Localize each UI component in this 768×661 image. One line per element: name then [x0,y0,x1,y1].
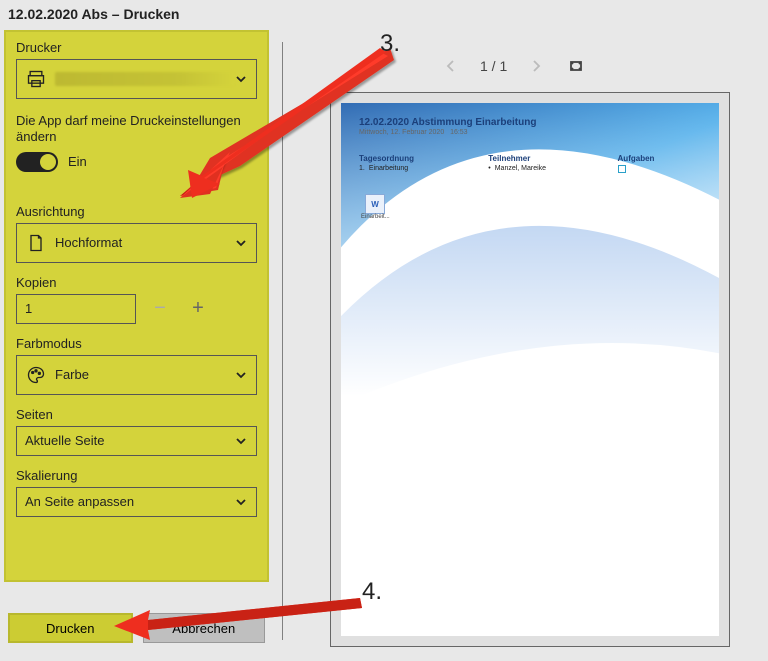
scaling-label: Skalierung [16,468,257,483]
doc-agenda-item: Einarbeitung [359,165,478,172]
preview-page: 12.02.2020 Abstimmung Einarbeitung Mittw… [341,103,719,636]
window-title: 12.02.2020 Abs – Drucken [8,6,179,22]
dialog-button-bar: Drucken Abbrechen [4,606,269,650]
copies-increment[interactable]: + [184,295,212,323]
doc-col-participants-heading: Teilnehmer [488,154,607,163]
orientation-dropdown[interactable]: Hochformat [16,223,257,263]
doc-participant-item: Manzel, Mareike [488,165,607,172]
chevron-down-icon [234,495,248,509]
pages-value: Aktuelle Seite [25,433,234,448]
panel-divider [282,42,283,640]
print-button-label: Drucken [46,621,94,636]
page-indicator: 1 / 1 [480,58,507,74]
doc-title: 12.02.2020 Abstimmung Einarbeitung [359,117,701,128]
printer-dropdown[interactable] [16,59,257,99]
orientation-label: Ausrichtung [16,204,257,219]
doc-task-checkbox [618,165,626,173]
scaling-value: An Seite anpassen [25,494,234,509]
app-permission-toggle[interactable] [16,152,58,172]
prev-page-button[interactable] [440,55,462,77]
printer-icon [25,68,47,90]
preview-page-nav: 1 / 1 [440,52,700,80]
chevron-down-icon [234,434,248,448]
fit-to-page-button[interactable] [565,55,587,77]
doc-file-icon: W [365,194,385,214]
print-button[interactable]: Drucken [8,613,133,643]
copies-label: Kopien [16,275,257,290]
doc-col-tasks-heading: Aufgaben [618,154,701,163]
colormode-dropdown[interactable]: Farbe [16,355,257,395]
copies-decrement[interactable]: − [146,295,174,323]
cancel-button[interactable]: Abbrechen [143,613,266,643]
printer-label: Drucker [16,40,257,55]
palette-icon [25,364,47,386]
cancel-button-label: Abbrechen [172,621,235,636]
doc-file-label: Einarbeit... [361,214,478,220]
doc-col-agenda-heading: Tagesordnung [359,154,478,163]
copies-input[interactable]: 1 [16,294,136,324]
pages-label: Seiten [16,407,257,422]
annotation-step-3: 3. [380,30,400,58]
chevron-down-icon [234,72,248,86]
chevron-down-icon [234,368,248,382]
colormode-label: Farbmodus [16,336,257,351]
orientation-value: Hochformat [55,235,234,250]
print-settings-panel: Drucker Die App darf meine Druckeinstell… [4,30,269,582]
portrait-icon [25,232,47,254]
toggle-state-label: Ein [68,154,87,169]
app-permission-text: Die App darf meine Druckeinstellungen än… [16,113,257,146]
toggle-knob [40,154,56,170]
print-preview-area[interactable]: 12.02.2020 Abstimmung Einarbeitung Mittw… [330,92,730,647]
colormode-value: Farbe [55,367,234,382]
doc-subtitle: Mittwoch, 12. Februar 2020 16:53 [359,129,701,136]
chevron-down-icon [234,236,248,250]
next-page-button[interactable] [525,55,547,77]
scaling-dropdown[interactable]: An Seite anpassen [16,487,257,517]
printer-name-redacted [55,72,234,86]
pages-dropdown[interactable]: Aktuelle Seite [16,426,257,456]
annotation-step-4: 4. [362,578,382,606]
copies-value: 1 [25,301,32,316]
